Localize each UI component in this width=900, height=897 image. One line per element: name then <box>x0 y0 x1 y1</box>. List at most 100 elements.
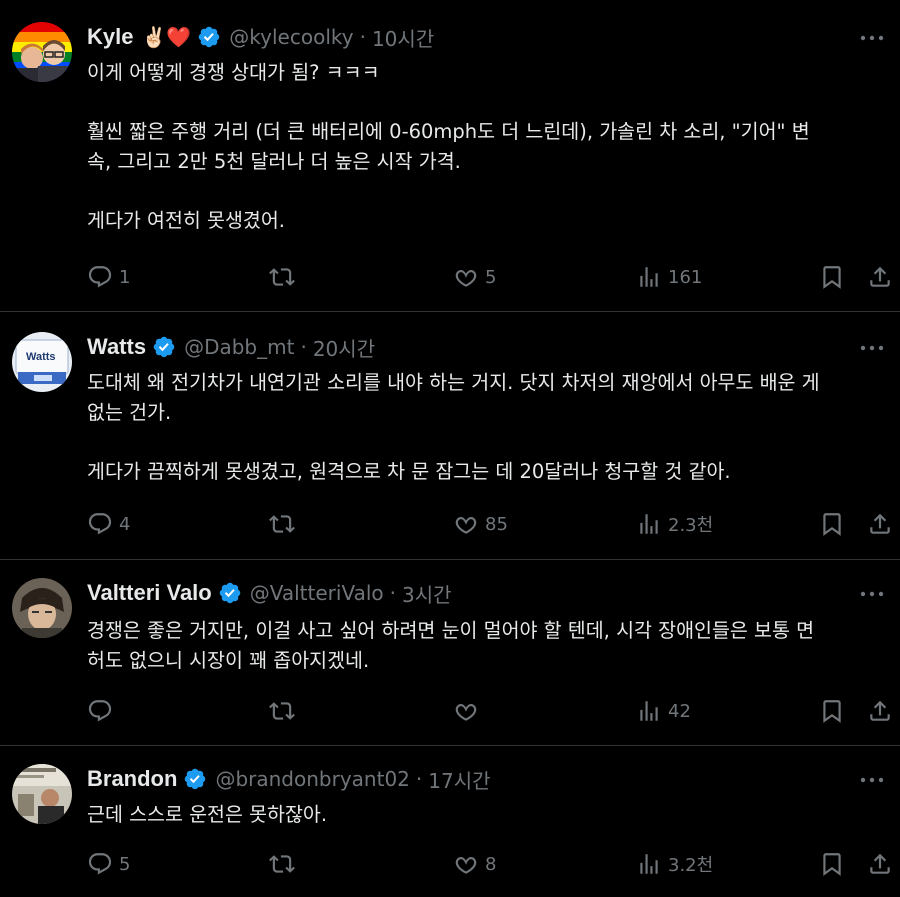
text-line: 허도 없으니 시장이 꽤 좁아지겠네. <box>87 648 370 672</box>
share-button[interactable] <box>867 262 893 292</box>
action-bar: 42 <box>87 696 895 726</box>
retweet-icon <box>269 268 295 286</box>
text-line: 도대체 왜 전기차가 내연기관 소리를 내야 하는 거지. 닷지 차저의 재앙에… <box>87 371 820 394</box>
like-button[interactable] <box>453 696 479 726</box>
tweet-text: 이게 어떻게 경쟁 상대가 됨? ㅋㅋㅋ 훨씬 짧은 주행 거리 (더 큰 배터… <box>87 58 887 235</box>
like-count: 8 <box>485 853 497 875</box>
reply-button[interactable]: 1 <box>87 262 130 292</box>
more-horizontal-icon[interactable] <box>858 338 886 358</box>
avatar[interactable] <box>12 578 72 638</box>
view-count: 3.2천 <box>668 855 714 876</box>
separator-dot: · <box>389 581 396 605</box>
retweet-button[interactable] <box>269 696 295 726</box>
views-button[interactable]: 161 <box>636 262 702 292</box>
share-button[interactable] <box>867 696 893 726</box>
tweet-text: 도대체 왜 전기차가 내연기관 소리를 내야 하는 거지. 닷지 차저의 재앙에… <box>87 368 887 486</box>
user-handle[interactable]: @kylecoolky <box>229 25 353 49</box>
reply-count: 1 <box>119 266 131 288</box>
display-name[interactable]: Valtteri Valo <box>87 580 212 606</box>
reply-button[interactable]: 5 <box>87 849 130 879</box>
views-button[interactable]: 42 <box>636 696 691 726</box>
bookmark-button[interactable] <box>819 262 845 292</box>
reply-icon <box>88 513 112 535</box>
bookmark-button[interactable] <box>819 849 845 879</box>
like-button[interactable]: 85 <box>453 509 508 539</box>
retweet-button[interactable] <box>269 509 295 539</box>
text-line: 속, 그리고 2만 5천 달러나 더 높은 시작 가격. <box>87 149 461 173</box>
display-name[interactable]: Watts <box>87 334 146 360</box>
display-name[interactable]: Kyle <box>87 24 133 50</box>
timestamp[interactable]: 10시간 <box>372 23 434 52</box>
timestamp[interactable]: 3시간 <box>402 579 452 608</box>
tweet-header: Kyle ✌🏻❤️ @kylecoolky · 10시간 <box>87 22 434 52</box>
text-line: 근데 스스로 운전은 못하잖아. <box>87 803 328 826</box>
bookmark-icon <box>823 266 841 289</box>
tweet-header: Valtteri Valo @ValtteriValo · 3시간 <box>87 578 452 608</box>
tweet-3[interactable]: Valtteri Valo @ValtteriValo · 3시간 경쟁은 좋은… <box>0 560 900 746</box>
avatar[interactable] <box>12 764 72 824</box>
like-count: 85 <box>485 513 508 535</box>
display-name[interactable]: Brandon <box>87 766 177 792</box>
reply-button[interactable]: 4 <box>87 509 130 539</box>
views-icon <box>640 701 658 721</box>
tweet-text: 근데 스스로 운전은 못하잖아. <box>87 800 887 830</box>
share-icon <box>870 853 890 874</box>
more-horizontal-icon[interactable] <box>858 770 886 790</box>
share-icon <box>870 266 890 287</box>
verified-badge-icon <box>185 768 206 790</box>
like-button[interactable]: 8 <box>453 849 496 879</box>
timestamp[interactable]: 20시간 <box>313 333 375 362</box>
reply-button[interactable] <box>87 696 113 726</box>
heart-icon <box>455 703 477 721</box>
views-button[interactable]: 2.3천 <box>636 509 713 539</box>
reply-icon <box>88 853 112 875</box>
more-horizontal-icon[interactable] <box>858 584 886 604</box>
separator-dot: · <box>415 767 423 791</box>
action-bar: 4 85 2.3천 <box>87 509 895 539</box>
user-handle[interactable]: @Dabb_mt <box>184 335 294 359</box>
like-count: 5 <box>485 266 497 288</box>
text-line: 훨씬 짧은 주행 거리 (더 큰 배터리에 0-60mph도 더 느린데), 가… <box>87 120 810 143</box>
user-handle[interactable]: @brandonbryant02 <box>215 767 409 791</box>
heart-icon <box>455 516 477 534</box>
reply-icon <box>88 700 112 722</box>
verified-badge-icon <box>153 336 175 358</box>
like-button[interactable]: 5 <box>453 262 496 292</box>
views-icon <box>640 854 658 874</box>
timestamp[interactable]: 17시간 <box>428 765 490 794</box>
view-count: 161 <box>668 266 703 288</box>
retweet-icon <box>269 855 295 873</box>
share-button[interactable] <box>867 849 893 879</box>
views-icon <box>640 267 658 287</box>
bookmark-button[interactable] <box>819 696 845 726</box>
verified-badge-icon <box>219 582 240 604</box>
retweet-button[interactable] <box>269 262 295 292</box>
action-bar: 5 8 3.2천 <box>87 849 895 879</box>
tweet-2[interactable]: Watts Watts @Dabb_mt · 20시간 도대체 왜 전기차가 내… <box>0 312 900 560</box>
more-horizontal-icon[interactable] <box>858 28 886 48</box>
views-button[interactable]: 3.2천 <box>636 849 713 879</box>
bookmark-icon <box>823 513 841 536</box>
tweet-1[interactable]: Kyle ✌🏻❤️ @kylecoolky · 10시간 이게 어떻게 경쟁 상… <box>0 0 900 312</box>
user-handle[interactable]: @ValtteriValo <box>250 581 384 605</box>
bookmark-button[interactable] <box>819 509 845 539</box>
tweet-header: Brandon @brandonbryant02 · 17시간 <box>87 764 491 794</box>
verified-badge-icon <box>199 26 220 48</box>
share-icon <box>870 700 890 721</box>
retweet-button[interactable] <box>269 849 295 879</box>
share-button[interactable] <box>867 509 893 539</box>
avatar[interactable]: Watts <box>12 332 72 392</box>
reply-count: 5 <box>119 853 131 875</box>
bookmark-icon <box>823 700 841 723</box>
tweet-header: Watts @Dabb_mt · 20시간 <box>87 332 375 362</box>
text-line: 경쟁은 좋은 거지만, 이걸 사고 싶어 하려면 눈이 멀어야 할 텐데, 시각… <box>87 619 815 642</box>
reply-icon <box>88 266 112 288</box>
avatar-logo-text: Watts <box>26 351 56 363</box>
tweet-4[interactable]: Brandon @brandonbryant02 · 17시간 근데 스스로 운… <box>0 746 900 897</box>
heart-icon <box>455 269 477 287</box>
bookmark-icon <box>823 853 841 876</box>
avatar[interactable] <box>12 22 72 82</box>
heart-icon <box>455 856 477 874</box>
action-bar: 1 5 161 <box>87 262 895 292</box>
separator-dot: · <box>300 335 307 359</box>
